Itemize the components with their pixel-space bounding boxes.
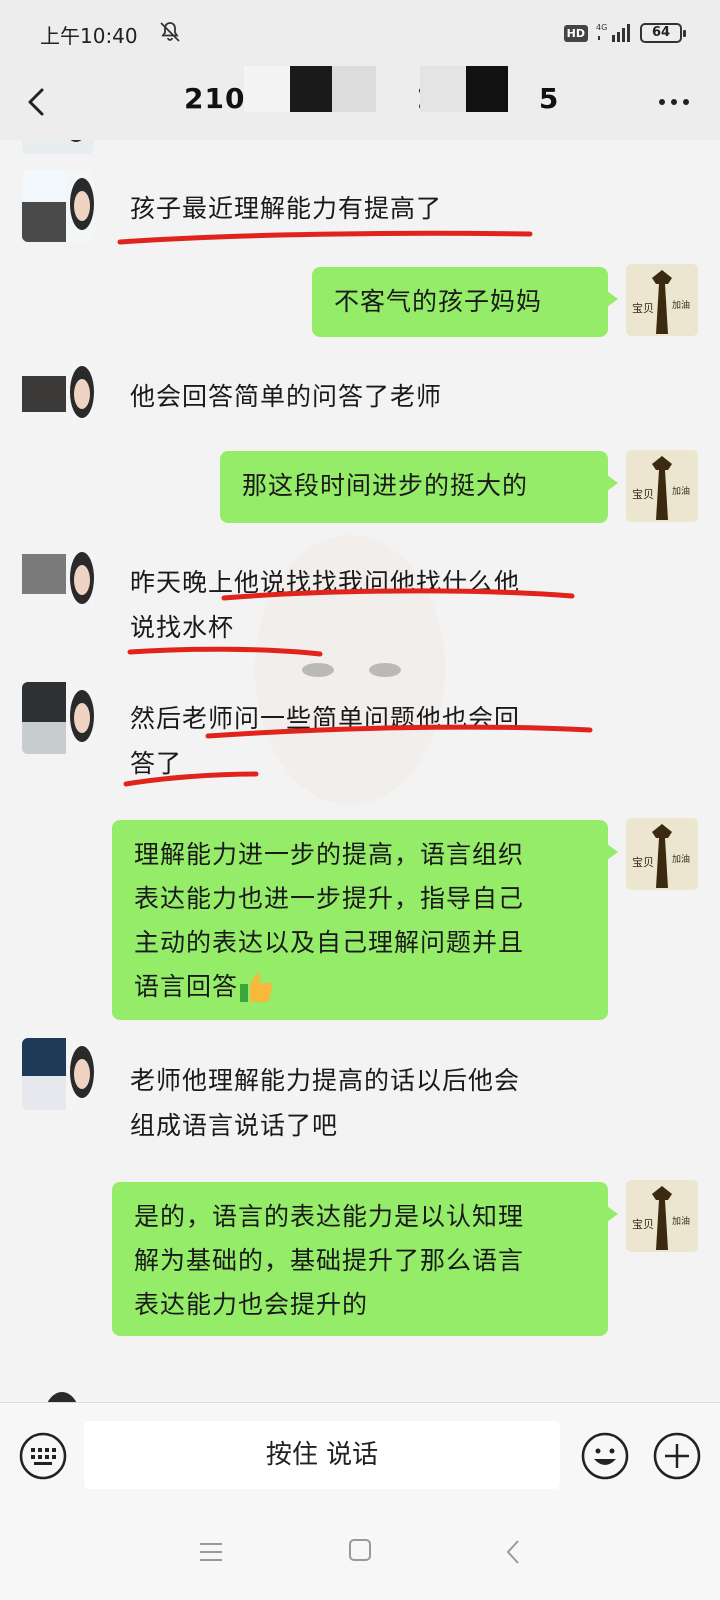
contact-avatar[interactable] xyxy=(22,1038,94,1110)
self-avatar-text: 加油 xyxy=(672,853,690,865)
back-arrow-icon[interactable] xyxy=(20,82,54,122)
message-line: 不客气的孩子妈妈 xyxy=(334,287,543,316)
self-avatar-text: 加油 xyxy=(672,485,690,497)
sent-message-bubble[interactable]: 那这段时间进步的挺大的 xyxy=(220,451,618,523)
redaction-block xyxy=(332,66,376,112)
message-line: 组成语言说话了吧 xyxy=(130,1111,339,1140)
contact-avatar[interactable] xyxy=(22,358,94,430)
thumbs-up-emoji-icon xyxy=(240,973,273,1002)
message-text: 孩子最近理解能力有提高了 xyxy=(130,186,442,231)
chat-message-list[interactable]: 孩子最近理解能力有提高了 宝贝 加油 不客气的孩子妈妈 他会回答简单的问答了老师 … xyxy=(0,140,720,1402)
home-icon[interactable] xyxy=(348,1538,372,1562)
self-avatar-text: 宝贝 xyxy=(632,487,654,501)
chat-header: 2108125 xyxy=(0,66,720,140)
self-avatar-text: 宝贝 xyxy=(632,855,654,869)
keyboard-icon[interactable] xyxy=(18,1431,68,1481)
signal-icon: 4G xyxy=(596,23,630,42)
redaction-block xyxy=(244,66,290,112)
message-line: 解为基础的，基础提升了那么语言 xyxy=(134,1246,525,1275)
message-line: 理解能力进一步的提高，语言组织 xyxy=(134,840,525,869)
contact-avatar[interactable] xyxy=(22,544,94,616)
redaction-block xyxy=(420,66,466,112)
sent-message-bubble[interactable]: 理解能力进一步的提高，语言组织 表达能力也进一步提升，指导自己 主动的表达以及自… xyxy=(112,820,618,1020)
status-time: 上午10:40 xyxy=(40,24,138,48)
self-avatar[interactable]: 宝贝 加油 xyxy=(626,818,698,890)
self-avatar-text: 加油 xyxy=(672,299,690,311)
message-line: 老师他理解能力提高的话以后他会 xyxy=(130,1066,521,1095)
chat-input-bar: 按住 说话 xyxy=(0,1402,720,1507)
add-attachment-icon[interactable] xyxy=(652,1431,702,1481)
contact-avatar[interactable] xyxy=(22,140,94,154)
message-line: 语言回答 xyxy=(134,965,608,1009)
emoji-icon[interactable] xyxy=(580,1431,630,1481)
more-options-icon[interactable] xyxy=(654,90,694,114)
message-line: 答了 xyxy=(130,749,183,778)
sent-message-bubble[interactable]: 是的，语言的表达能力是以认知理 解为基础的，基础提升了那么语言 表达能力也会提升… xyxy=(112,1182,618,1336)
message-line: 是的，语言的表达能力是以认知理 xyxy=(134,1202,525,1231)
message-text: 昨天晚上他说找找我问他找什么他 说找水杯 xyxy=(130,560,520,650)
self-avatar-text: 加油 xyxy=(672,1215,690,1227)
hold-to-talk-button[interactable]: 按住 说话 xyxy=(84,1421,560,1489)
redaction-block xyxy=(466,66,508,112)
message-text: 然后老师问一些简单问题他也会回 答了 xyxy=(130,696,520,786)
message-line: 他会回答简单的问答了老师 xyxy=(130,382,443,411)
sent-message-bubble[interactable]: 不客气的孩子妈妈 xyxy=(312,267,618,337)
status-indicators: HD 4G 64 xyxy=(563,22,686,44)
message-text: 他会回答简单的问答了老师 xyxy=(130,374,442,419)
status-bar: 上午10:40 HD 4G 64 xyxy=(0,0,720,66)
message-line: 那这段时间进步的挺大的 xyxy=(242,471,529,500)
svg-text:4G: 4G xyxy=(596,23,607,32)
chat-title-part-3: 5 xyxy=(538,82,560,115)
redaction-block xyxy=(290,66,332,112)
contact-avatar[interactable] xyxy=(22,1388,94,1402)
message-line: 主动的表达以及自己理解问题并且 xyxy=(134,928,525,957)
recent-apps-icon[interactable] xyxy=(198,1540,224,1564)
system-back-icon[interactable] xyxy=(504,1538,522,1566)
hd-badge: HD xyxy=(563,24,588,42)
contact-avatar[interactable] xyxy=(22,682,94,754)
notification-mute-icon xyxy=(160,22,180,42)
message-line: 孩子最近理解能力有提高了 xyxy=(130,194,443,223)
battery-indicator: 64 xyxy=(640,23,686,43)
contact-avatar[interactable] xyxy=(22,170,94,242)
message-line: 表达能力也进一步提升，指导自己 xyxy=(134,884,525,913)
self-avatar[interactable]: 宝贝 加油 xyxy=(626,1180,698,1252)
self-avatar-text: 宝贝 xyxy=(632,1217,654,1231)
self-avatar-text: 宝贝 xyxy=(632,301,654,315)
system-navigation-bar xyxy=(0,1506,720,1600)
message-line: 然后老师问一些简单问题他也会回 xyxy=(130,704,521,733)
self-avatar[interactable]: 宝贝 加油 xyxy=(626,450,698,522)
message-line: 表达能力也会提升的 xyxy=(134,1290,369,1319)
message-text: 老师他理解能力提高的话以后他会 组成语言说话了吧 xyxy=(130,1058,520,1148)
self-avatar[interactable]: 宝贝 加油 xyxy=(626,264,698,336)
message-line: 昨天晚上他说找找我问他找什么他 xyxy=(130,568,521,597)
message-line: 说找水杯 xyxy=(130,613,235,642)
